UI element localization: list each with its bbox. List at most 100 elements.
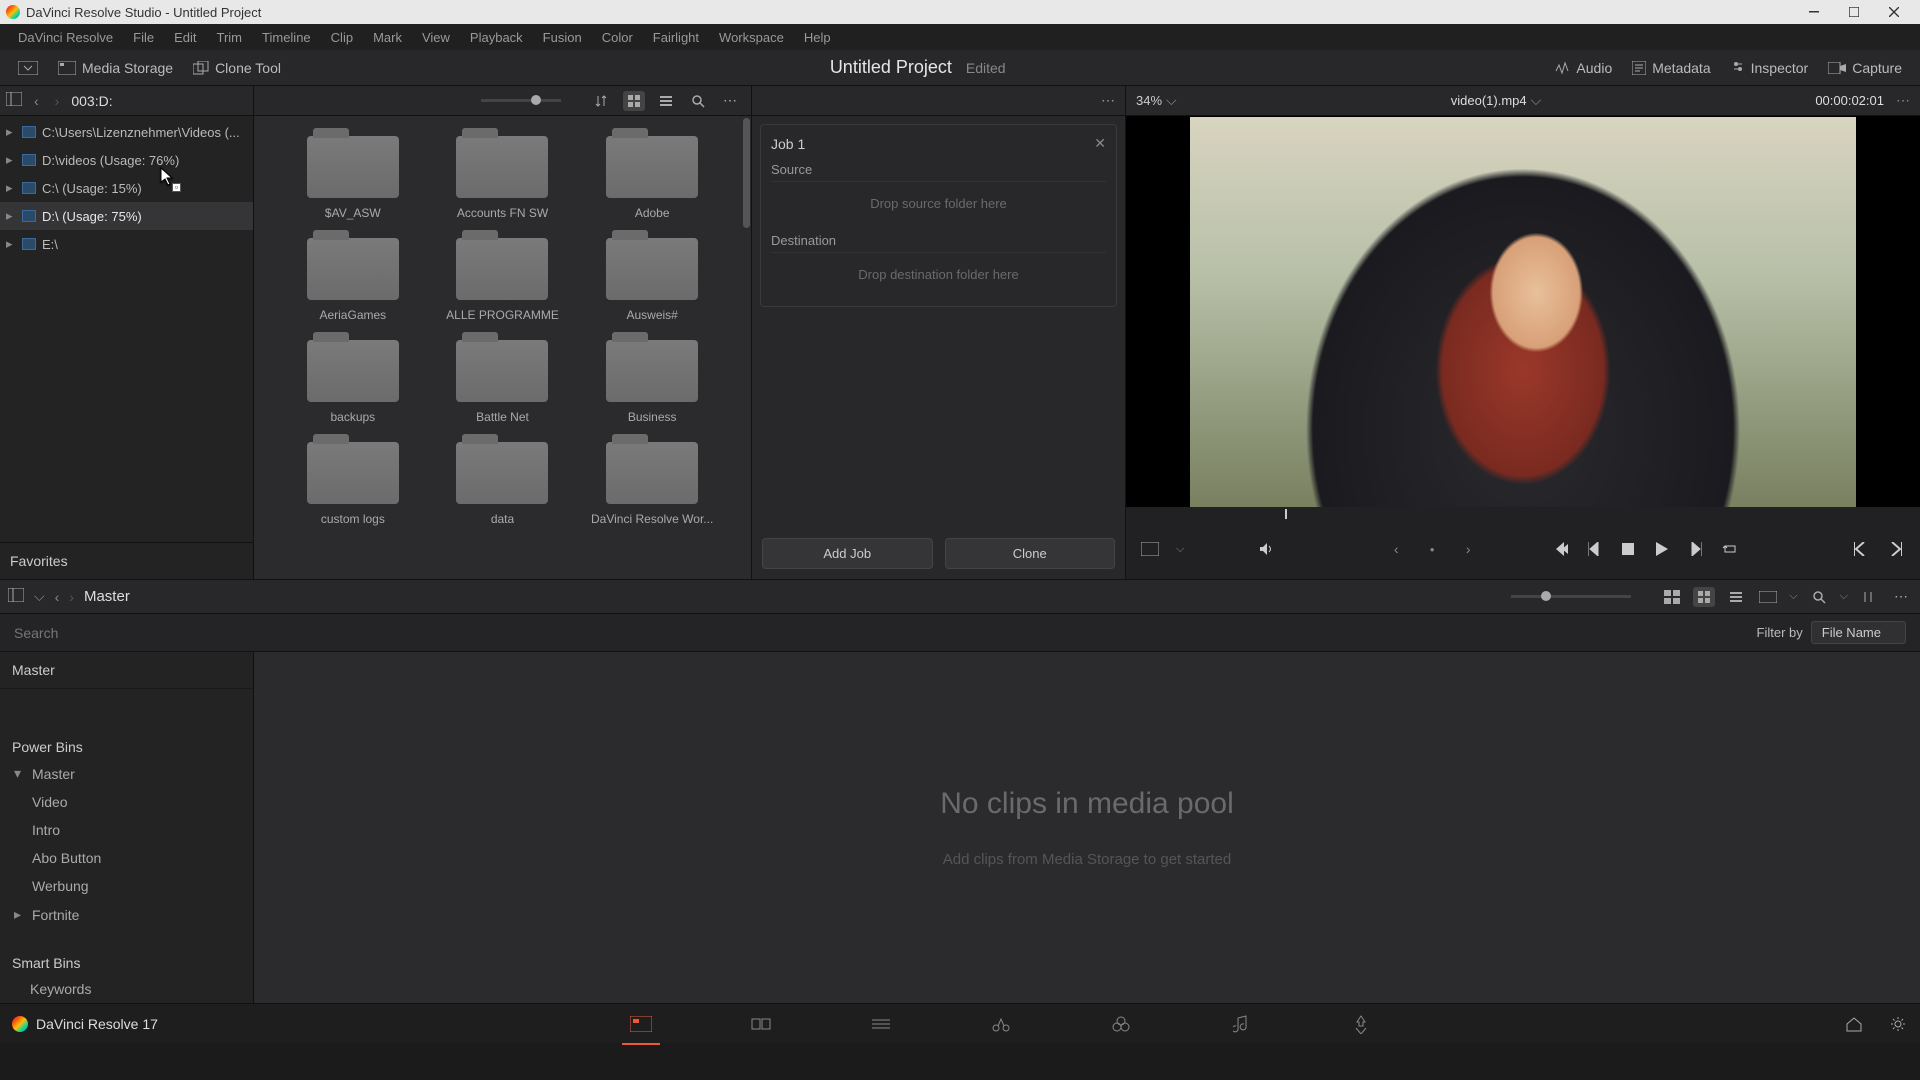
step-back-button[interactable]	[1584, 539, 1604, 559]
options-button[interactable]: ⋯	[719, 91, 741, 111]
viewer-options-icon[interactable]: ⋯	[1896, 92, 1910, 109]
storage-tree-item[interactable]: ▸C:\Users\Lizenznehmer\Videos (...	[0, 118, 253, 146]
viewer-mode-button[interactable]	[1140, 539, 1160, 559]
pool-nav-fwd[interactable]: ›	[69, 589, 74, 605]
playhead-marker[interactable]	[1285, 509, 1287, 519]
pool-panel-icon[interactable]	[1757, 587, 1779, 607]
storage-tree-item[interactable]: ▸D:\videos (Usage: 76%)	[0, 146, 253, 174]
edit-page-button[interactable]	[866, 1012, 896, 1036]
fusion-page-button[interactable]	[986, 1012, 1016, 1036]
pool-breadcrumb[interactable]: Master	[84, 588, 130, 605]
pool-sidebar-toggle-icon[interactable]	[8, 588, 24, 605]
folder-item[interactable]: $AV_ASW	[282, 136, 424, 220]
menu-item[interactable]: Trim	[207, 30, 253, 45]
pool-thumb-slider[interactable]	[1511, 595, 1631, 598]
bin-chevron-icon[interactable]: ▾	[14, 765, 26, 782]
source-dropzone[interactable]: Drop source folder here	[771, 182, 1106, 225]
menu-item[interactable]: Fairlight	[643, 30, 709, 45]
mute-button[interactable]	[1256, 539, 1276, 559]
media-storage-button[interactable]: Media Storage	[48, 56, 183, 80]
pool-search-button[interactable]	[1808, 587, 1830, 607]
search-input[interactable]	[14, 625, 1757, 641]
bin-item[interactable]: Keywords	[0, 975, 253, 1003]
pool-list-view-button[interactable]	[1725, 587, 1747, 607]
viewer-filename[interactable]: video(1).mp4	[1451, 93, 1527, 108]
step-fwd-button[interactable]	[1686, 539, 1706, 559]
clone-options-icon[interactable]: ⋯	[1101, 92, 1115, 109]
menu-item[interactable]: Clip	[321, 30, 363, 45]
browser-scrollbar[interactable]	[743, 118, 750, 228]
bin-item[interactable]: ▸Fortnite	[0, 900, 253, 929]
folder-item[interactable]: Accounts FN SW	[432, 136, 574, 220]
audio-panel-button[interactable]: Audio	[1544, 56, 1622, 80]
settings-button[interactable]	[1888, 1014, 1908, 1034]
workspace-dropdown[interactable]	[8, 57, 48, 79]
menu-item[interactable]: Help	[794, 30, 841, 45]
menu-item[interactable]: Workspace	[709, 30, 794, 45]
deliver-page-button[interactable]	[1346, 1012, 1376, 1036]
folder-item[interactable]: ALLE PROGRAMME	[432, 238, 574, 322]
menu-item[interactable]: File	[123, 30, 164, 45]
search-button[interactable]	[687, 91, 709, 111]
menu-item[interactable]: Mark	[363, 30, 412, 45]
menu-item[interactable]: Timeline	[252, 30, 321, 45]
mark-in-button[interactable]	[1850, 539, 1870, 559]
clone-tool-button[interactable]: Clone Tool	[183, 56, 291, 80]
metadata-panel-button[interactable]: Metadata	[1622, 56, 1720, 80]
nav-back-button[interactable]: ‹	[30, 93, 43, 109]
expand-chevron-icon[interactable]: ▸	[6, 152, 16, 168]
menu-item[interactable]: Playback	[460, 30, 533, 45]
bin-chevron-icon[interactable]: ▸	[14, 906, 26, 923]
cut-page-button[interactable]	[746, 1012, 776, 1036]
viewer-mode-chevron-icon[interactable]: ⌵	[1176, 543, 1184, 556]
storage-tree-item[interactable]: ▸C:\ (Usage: 15%)	[0, 174, 253, 202]
menu-item[interactable]: DaVinci Resolve	[8, 30, 123, 45]
folder-item[interactable]: AeriaGames	[282, 238, 424, 322]
bin-master-header[interactable]: Master	[0, 652, 253, 689]
loop-button[interactable]	[1720, 539, 1740, 559]
grid-view-button[interactable]	[623, 91, 645, 111]
jog-fwd-icon[interactable]: ›	[1458, 539, 1478, 559]
folder-item[interactable]: Battle Net	[432, 340, 574, 424]
zoom-level[interactable]: 34%	[1136, 93, 1162, 108]
jog-back-icon[interactable]: ‹	[1386, 539, 1406, 559]
media-pool[interactable]: No clips in media pool Add clips from Me…	[254, 652, 1920, 1003]
filename-chevron-icon[interactable]: ⌵	[1531, 92, 1542, 109]
expand-chevron-icon[interactable]: ▸	[6, 208, 16, 224]
expand-chevron-icon[interactable]: ▸	[6, 236, 16, 252]
pool-view-metadata-icon[interactable]	[1661, 587, 1683, 607]
folder-item[interactable]: Ausweis#	[581, 238, 723, 322]
expand-chevron-icon[interactable]: ▸	[6, 124, 16, 140]
bin-item[interactable]: Video	[0, 788, 253, 816]
menu-item[interactable]: Edit	[164, 30, 206, 45]
menu-item[interactable]: View	[412, 30, 460, 45]
pool-nav-back[interactable]: ‹	[55, 589, 60, 605]
pool-dropdown-icon[interactable]: ⌵	[34, 588, 45, 605]
expand-chevron-icon[interactable]: ▸	[6, 180, 16, 196]
folder-item[interactable]: Adobe	[581, 136, 723, 220]
bin-item[interactable]: Intro	[0, 816, 253, 844]
mark-out-button[interactable]	[1886, 539, 1906, 559]
fairlight-page-button[interactable]	[1226, 1012, 1256, 1036]
close-button[interactable]	[1874, 1, 1914, 23]
maximize-button[interactable]	[1834, 1, 1874, 23]
storage-tree-item[interactable]: ▸D:\ (Usage: 75%)	[0, 202, 253, 230]
zoom-chevron-icon[interactable]: ⌵	[1166, 92, 1177, 109]
play-button[interactable]	[1652, 539, 1672, 559]
capture-panel-button[interactable]: Capture	[1818, 56, 1912, 80]
destination-dropzone[interactable]: Drop destination folder here	[771, 253, 1106, 296]
folder-item[interactable]: data	[432, 442, 574, 526]
thumb-size-slider[interactable]	[481, 99, 561, 102]
color-page-button[interactable]	[1106, 1012, 1136, 1036]
home-button[interactable]	[1844, 1014, 1864, 1034]
bin-item[interactable]: Abo Button	[0, 844, 253, 872]
list-view-button[interactable]	[655, 91, 677, 111]
pool-search-chevron-icon[interactable]: ⌵	[1840, 590, 1848, 603]
folder-item[interactable]: backups	[282, 340, 424, 424]
storage-tree-item[interactable]: ▸E:\	[0, 230, 253, 258]
bin-item[interactable]: ▾Master	[0, 759, 253, 788]
sidebar-toggle-icon[interactable]	[6, 92, 22, 109]
inspector-panel-button[interactable]: Inspector	[1721, 56, 1819, 80]
go-start-button[interactable]	[1550, 539, 1570, 559]
pool-grid-view-button[interactable]	[1693, 587, 1715, 607]
